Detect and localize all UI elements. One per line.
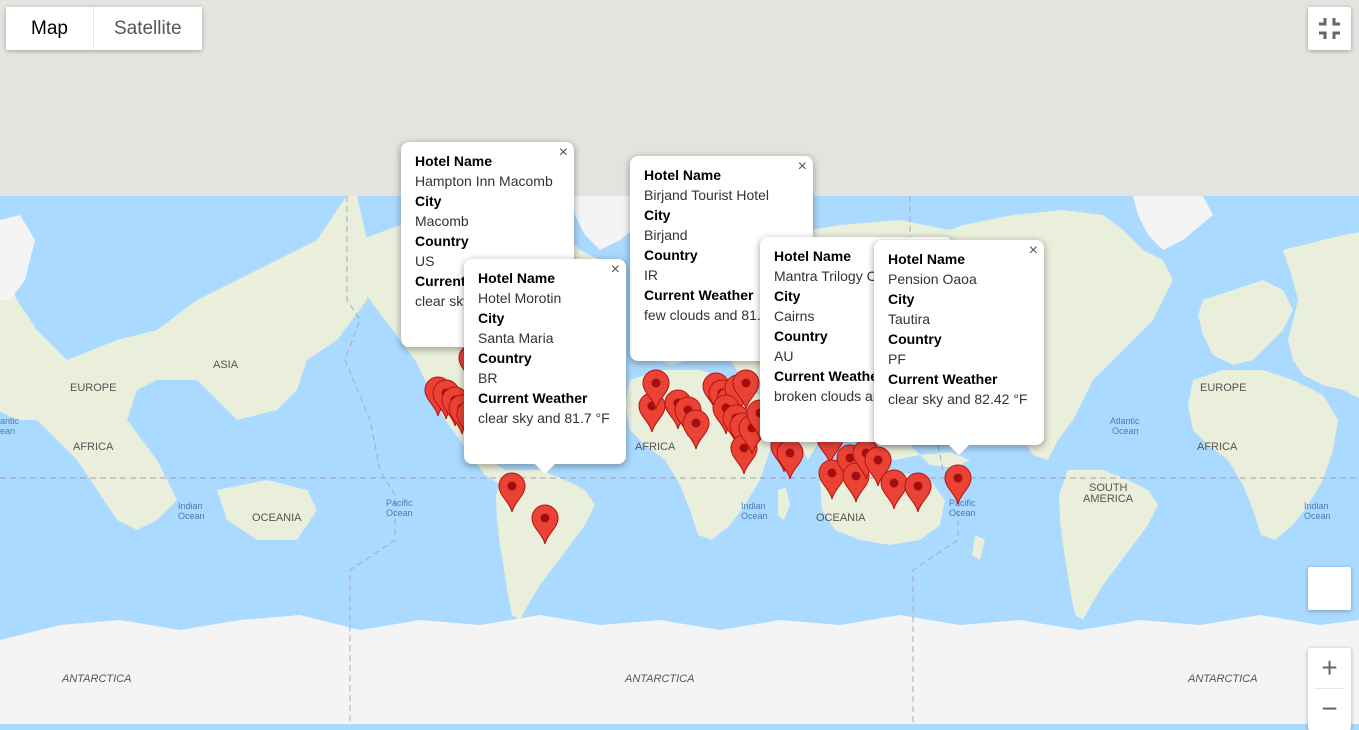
info-window-tail (534, 463, 556, 474)
label-indian-1b: Ocean (178, 511, 205, 521)
label-pacific-2b: Ocean (949, 508, 976, 518)
country-label: Country (888, 331, 942, 347)
country-value: BR (478, 370, 498, 386)
zoom-out-button[interactable]: − (1308, 689, 1351, 729)
label-indian-3b: Ocean (1304, 511, 1331, 521)
weather-label: Current Weather (478, 390, 588, 406)
weather-value: clear sky and 81.7 °F (478, 410, 610, 426)
map-type-satellite-button[interactable]: Satellite (92, 7, 202, 50)
hotel-name-label: Hotel Name (644, 167, 722, 183)
fullscreen-button[interactable] (1308, 7, 1351, 50)
label-atlantic-b: Ocean (1112, 426, 1139, 436)
city-label: City (478, 310, 505, 326)
label-europe: EUROPE (70, 382, 116, 394)
label-antarctica-3: ANTARCTICA (1187, 673, 1257, 685)
label-africa-3: AFRICA (1197, 441, 1238, 453)
info-window-tail (948, 444, 970, 455)
label-atlantic-left-a: antic (0, 416, 20, 426)
label-oceania-2: OCEANIA (816, 512, 866, 524)
close-icon[interactable]: × (798, 158, 807, 176)
hotel-name-label: Hotel Name (888, 251, 966, 267)
label-pacific-2a: Pacific (949, 498, 976, 508)
label-oceania: OCEANIA (252, 512, 302, 524)
label-africa: AFRICA (73, 441, 114, 453)
city-value: Santa Maria (478, 330, 554, 346)
world-map[interactable]: ASIA EUROPE AFRICA OCEANIA AFRICA OCEANI… (0, 0, 1359, 724)
label-indian-2b: Ocean (741, 511, 768, 521)
map-type-control: Map Satellite (6, 7, 202, 50)
exit-fullscreen-icon (1319, 18, 1340, 39)
hotel-name-value: Pension Oaoa (888, 271, 977, 287)
label-atlantic-left-b: ean (0, 426, 15, 436)
hotel-name-value: Birjand Tourist Hotel (644, 187, 770, 203)
label-africa-2: AFRICA (635, 441, 676, 453)
zoom-control: + − (1308, 648, 1351, 730)
country-label: Country (478, 350, 532, 366)
city-label: City (644, 207, 671, 223)
label-indian-3a: Indian (1304, 501, 1329, 511)
label-antarctica-1: ANTARCTICA (61, 673, 131, 685)
label-pacific-1b: Ocean (386, 508, 413, 518)
label-america-2: AMERICA (1083, 493, 1134, 505)
country-value: PF (888, 351, 906, 367)
hotel-name-label: Hotel Name (415, 153, 493, 169)
info-window-santa-maria: × Hotel Name Hotel Morotin City Santa Ma… (464, 259, 626, 474)
label-atlantic-a: Atlantic (1110, 416, 1140, 426)
label-pacific-1a: Pacific (386, 498, 413, 508)
map-type-map-button[interactable]: Map (6, 7, 93, 50)
label-europe-2: EUROPE (1200, 382, 1246, 394)
label-indian-1a: Indian (178, 501, 203, 511)
city-value: Macomb (415, 213, 469, 229)
info-window-tautira: × Hotel Name Pension Oaoa City Tautira C… (874, 240, 1044, 455)
close-icon[interactable]: × (1029, 242, 1038, 260)
weather-value: clear sky and 82.42 °F (888, 391, 1028, 407)
city-label: City (888, 291, 915, 307)
label-indian-2a: Indian (741, 501, 766, 511)
zoom-in-button[interactable]: + (1308, 648, 1351, 688)
label-antarctica-2: ANTARCTICA (624, 673, 694, 685)
close-icon[interactable]: × (559, 144, 568, 162)
hotel-name-label: Hotel Name (478, 270, 556, 286)
weather-label: Current Weather (888, 371, 998, 387)
close-icon[interactable]: × (611, 261, 620, 279)
city-label: City (415, 193, 442, 209)
hotel-name-value: Hampton Inn Macomb (415, 173, 553, 189)
hotel-name-value: Hotel Morotin (478, 290, 562, 306)
city-value: Tautira (888, 311, 931, 327)
country-label: Country (415, 233, 469, 249)
label-asia: ASIA (213, 359, 239, 371)
antarctica (0, 615, 1359, 724)
street-view-pegman[interactable] (1308, 567, 1351, 610)
